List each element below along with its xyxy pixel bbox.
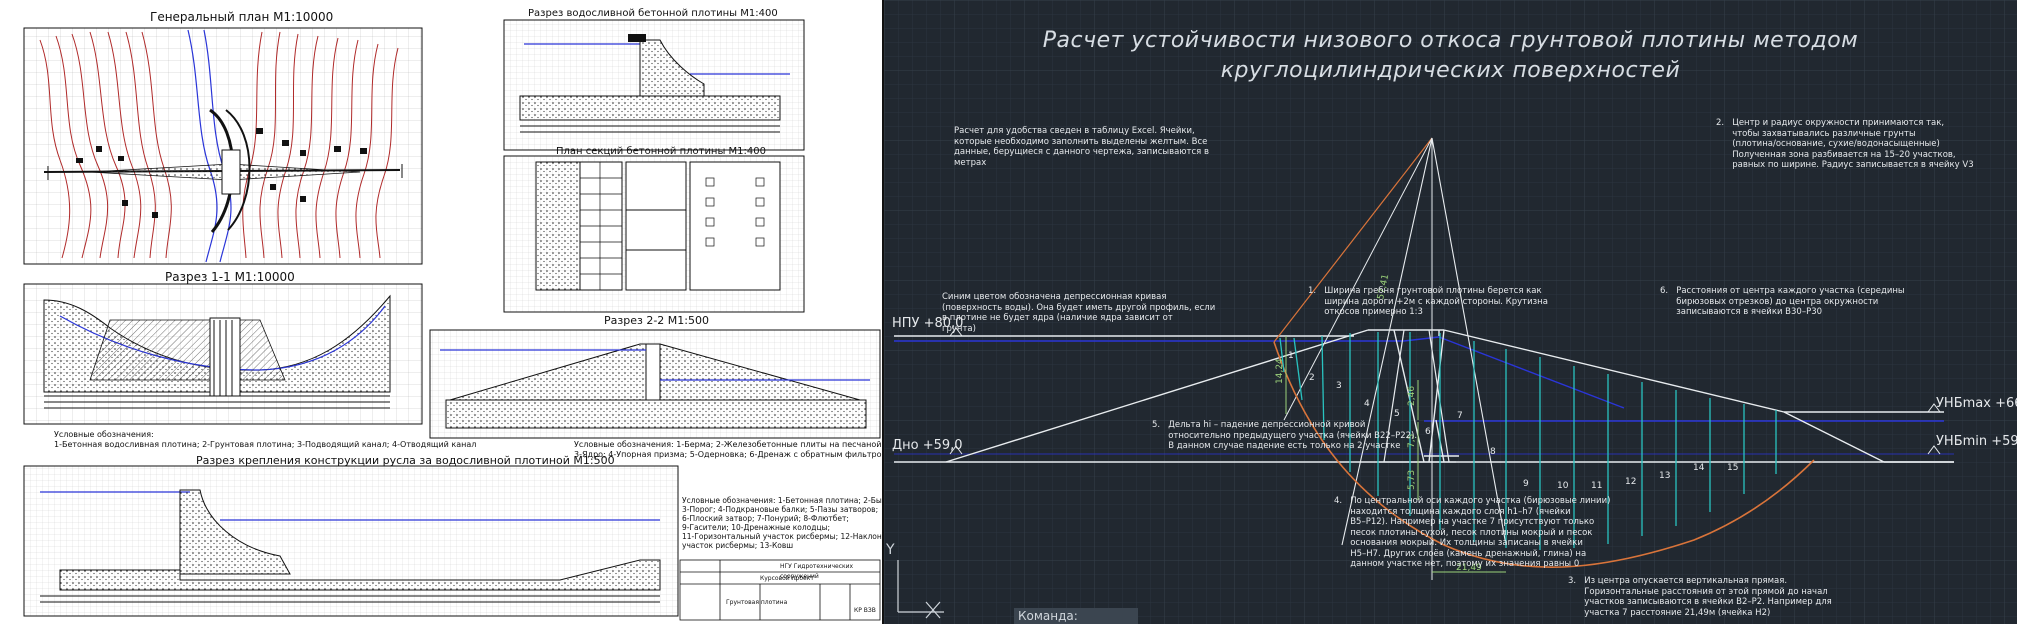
segment-number-12: 12 xyxy=(1625,477,1636,487)
note-2: 2. Центр и радиус окружности принимаются… xyxy=(1716,118,1974,170)
segment-number-11: 11 xyxy=(1591,481,1602,491)
general-plan xyxy=(23,27,423,265)
segment-number-13: 13 xyxy=(1659,471,1670,481)
dimension-h1424: 14,24 xyxy=(1275,358,1285,384)
command-line[interactable]: Команда: xyxy=(1014,608,1138,624)
note-depression: Синим цветом обозначена депрессионная кр… xyxy=(942,292,1216,334)
note-5: 5. Дельта hi – падение депрессионной кри… xyxy=(1152,420,1418,451)
segment-number-8: 8 xyxy=(1490,447,1496,457)
stamp-part: Грунтовая плотина xyxy=(726,599,788,606)
section-2-2-title: Разрез 2-2 М1:500 xyxy=(604,314,709,327)
segment-number-9: 9 xyxy=(1523,479,1529,489)
note-4: 4. По центральной оси каждого участка (б… xyxy=(1334,496,1611,569)
cad-title-line1: Расчет устойчивости низового откоса грун… xyxy=(1042,28,1859,53)
segment-number-1: 1 xyxy=(1288,351,1294,361)
stamp-project: Курсовой проект xyxy=(760,575,814,582)
legend-section-2-2: Условные обозначения: 1-Берма; 2-Железоб… xyxy=(574,440,884,459)
segment-number-6: 6 xyxy=(1425,427,1431,437)
concrete-dam-section-title: Разрез водосливной бетонной плотины М1:4… xyxy=(528,8,778,19)
section-1-1 xyxy=(23,283,423,425)
level-npu: НПУ +80,0 xyxy=(892,316,964,331)
stamp-code: КР ВЗВ xyxy=(854,607,876,614)
section-plan xyxy=(503,155,805,313)
segment-number-7: 7 xyxy=(1457,411,1463,421)
segment-number-10: 10 xyxy=(1557,481,1569,491)
drawing-sheet: Генеральный план М1:10000 Разрез водосли… xyxy=(0,0,884,624)
cad-title-line2: круглоцилиндрических поверхностей xyxy=(1220,58,1681,83)
segment-number-3: 3 xyxy=(1336,381,1342,391)
note-excel: Расчет для удобства сведен в таблицу Exc… xyxy=(954,126,1209,168)
segment-number-14: 14 xyxy=(1693,463,1705,473)
segment-number-15: 15 xyxy=(1727,463,1738,473)
section-2-2 xyxy=(429,329,881,439)
level-dno: Дно +59,0 xyxy=(892,438,963,453)
concrete-dam-section xyxy=(503,19,805,151)
section-plan-title: План секций бетонной плотины М1:400 xyxy=(556,146,766,157)
cad-viewport[interactable]: 1 2 3 4 5 6 7 8 9 10 11 12 13 14 15 57,41 21,49 14,24 2,46… xyxy=(884,0,2017,624)
legend-general: Условные обозначения: 1-Бетонная водосли… xyxy=(54,430,477,449)
note-6: 6. Расстояния от центра каждого участка … xyxy=(1660,286,1905,317)
level-unb-min: УНБmin +59,5 xyxy=(1936,434,2017,449)
legend-riverbed: Условные обозначения: 1-Бетонная плотина… xyxy=(682,496,882,550)
note-1: 1. Ширина гребня грунтовой плотины берет… xyxy=(1308,286,1548,317)
dimension-h573: 5,73 xyxy=(1407,470,1417,490)
section-1-1-title: Разрез 1-1 М1:10000 xyxy=(165,270,295,284)
level-unb-max: УНБmax +66,5 xyxy=(1936,396,2017,411)
note-3: 3. Из центра опускается вертикальная пря… xyxy=(1568,576,1832,618)
ucs-y-label: Y xyxy=(886,542,895,558)
segment-number-2: 2 xyxy=(1309,373,1315,383)
general-plan-title: Генеральный план М1:10000 xyxy=(150,10,334,24)
segment-number-4: 4 xyxy=(1364,399,1370,409)
riverbed-section-title: Разрез крепления конструкции русла за во… xyxy=(196,454,615,467)
dimension-h246: 2,46 xyxy=(1407,386,1417,406)
riverbed-section xyxy=(23,465,679,617)
segment-number-5: 5 xyxy=(1394,409,1400,419)
